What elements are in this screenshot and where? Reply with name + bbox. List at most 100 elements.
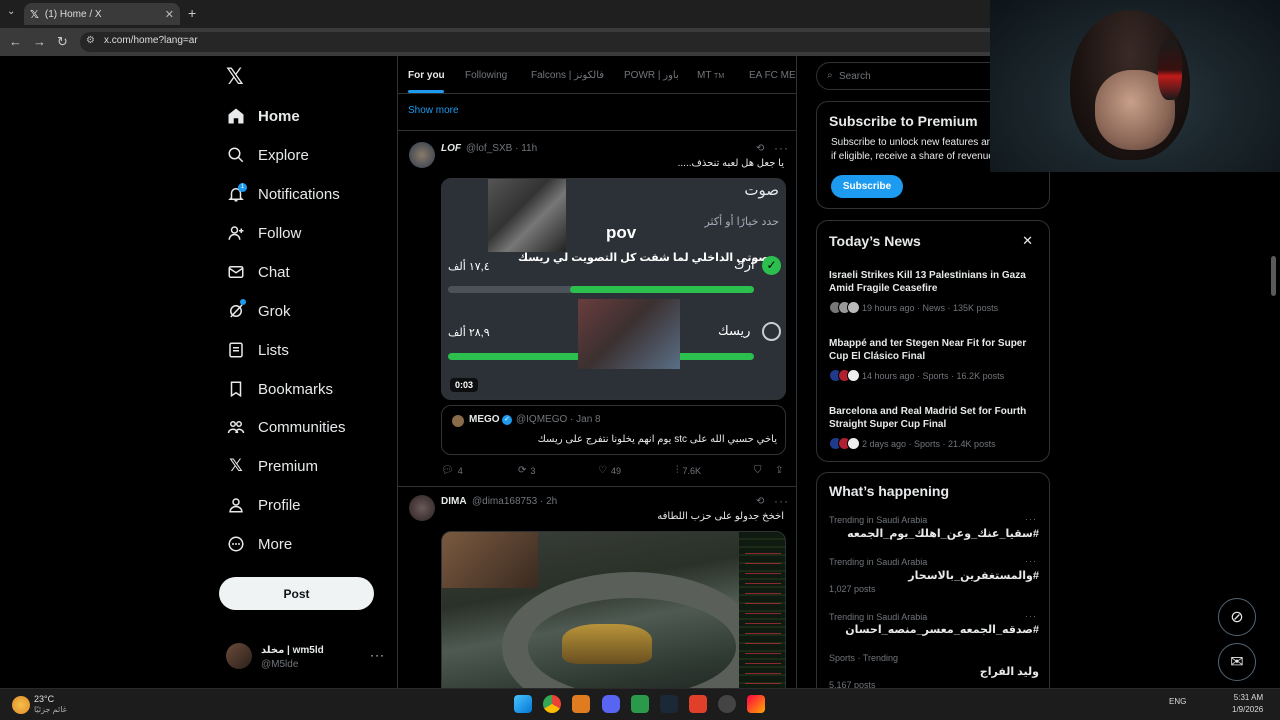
brave-icon[interactable] [689, 695, 707, 713]
steam-icon[interactable] [660, 695, 678, 713]
grok-fab[interactable]: ⊘ [1218, 598, 1256, 636]
tab-mt[interactable]: MT TM [697, 70, 724, 81]
weather-desc: غائم جزئيًا [34, 705, 67, 714]
poll-bar-fill [570, 286, 754, 293]
sidebar-item-label: Notifications [258, 185, 340, 203]
home-icon [226, 106, 246, 126]
app-icon[interactable] [572, 695, 590, 713]
sidebar-item-grok[interactable]: Grok [226, 297, 291, 325]
news-item-title[interactable]: Israeli Strikes Kill 13 Palestinians in … [829, 269, 1041, 295]
trend-meta: Sports · Trending [829, 653, 899, 663]
sidebar-item-explore[interactable]: Explore [226, 141, 309, 169]
tweet-author-handle[interactable]: @lof_SXB · 11h [466, 143, 537, 154]
windows-start-icon[interactable] [514, 695, 532, 713]
sidebar-item-communities[interactable]: Communities [226, 413, 346, 441]
sidebar-item-more[interactable]: More [226, 530, 292, 558]
show-more-link[interactable]: Show more [408, 105, 459, 116]
more-dots-icon[interactable]: ··· [1025, 611, 1037, 621]
app-icon[interactable] [631, 695, 649, 713]
sidebar-item-label: More [258, 535, 293, 553]
account-switcher[interactable]: مخلد | wm5ld @M5lde ··· [226, 643, 386, 673]
settings-icon[interactable] [718, 695, 736, 713]
reload-icon[interactable]: ↻ [57, 34, 68, 50]
scrollbar[interactable] [1271, 256, 1276, 296]
chrome-icon[interactable] [543, 695, 561, 713]
news-avatars [829, 369, 860, 382]
like-button[interactable]: ♡ 49 [598, 465, 621, 476]
sidebar-item-premium[interactable]: 𝕏 Premium [226, 452, 318, 480]
sidebar-item-lists[interactable]: Lists [226, 336, 289, 364]
more-dots-icon[interactable]: ··· [774, 141, 789, 155]
grok-icon[interactable]: ⟲ [756, 496, 764, 507]
tab-close-icon[interactable]: ✕ [165, 8, 174, 21]
forward-arrow-icon[interactable]: → [33, 34, 46, 49]
bookmark-icon: ⛉ [754, 465, 762, 476]
reply-button[interactable]: 💬︎ 4 [441, 465, 463, 476]
new-tab-button[interactable]: + [188, 5, 196, 21]
trend-tag[interactable]: #سقيا_عنك_وعن_اهلك_يوم_الجمعه [847, 527, 1039, 540]
avatar[interactable] [409, 142, 435, 168]
tab-search-icon[interactable]: ⌄ [7, 6, 15, 17]
sidebar-item-bookmarks[interactable]: Bookmarks [226, 375, 333, 403]
subscribe-button[interactable]: Subscribe [831, 175, 903, 198]
weather-widget[interactable]: 23°C غائم جزئيًا [12, 693, 72, 717]
views-button[interactable]: ⫶ 7.6K [676, 465, 701, 476]
messages-fab[interactable]: ✉ [1218, 643, 1256, 681]
tweet-author-name[interactable]: DIMA [441, 496, 467, 507]
tab-falcons[interactable]: Falcons | فالكونز [531, 70, 604, 81]
more-dots-icon[interactable]: ··· [1025, 514, 1037, 524]
url-field[interactable]: x.com/home?lang=ar [80, 32, 1000, 52]
grok-icon[interactable]: ⟲ [756, 143, 764, 154]
premium-desc: Subscribe to unlock new features and if … [831, 137, 998, 162]
repost-button[interactable]: ⟳ 3 [518, 465, 535, 476]
reply-count: 4 [457, 465, 463, 476]
happening-panel: What’s happening Trending in Saudi Arabi… [816, 472, 1050, 712]
tab-for-you[interactable]: For you [408, 70, 445, 81]
close-icon[interactable]: ✕ [1022, 233, 1033, 249]
sidebar-item-home[interactable]: Home [226, 102, 300, 130]
sidebar-item-follow[interactable]: Follow [226, 219, 301, 247]
tweet-text: يا جعل هل لعبه تنحذف..... [677, 158, 784, 169]
sidebar-item-profile[interactable]: Profile [226, 491, 301, 519]
news-item-title[interactable]: Mbappé and ter Stegen Near Fit for Super… [829, 337, 1041, 363]
app-icon[interactable] [747, 695, 765, 713]
bookmark-button[interactable]: ⛉ [754, 465, 766, 476]
tweet-video[interactable] [441, 531, 786, 688]
more-dots-icon[interactable]: ··· [774, 494, 789, 508]
profile-name: مخلد | wm5ld [261, 645, 324, 656]
back-arrow-icon[interactable]: ← [9, 34, 22, 49]
search-icon [226, 145, 246, 165]
share-button[interactable]: ⇪ [775, 465, 787, 476]
x-favicon-icon: 𝕏 [30, 8, 39, 21]
sidebar-item-chat[interactable]: Chat [226, 258, 290, 286]
news-item-meta: 2 days ago · Sports · 21.4K posts [829, 437, 996, 450]
browser-tab[interactable]: 𝕏 (1) Home / X ✕ [24, 3, 180, 25]
tweet-author-name[interactable]: LOF [441, 143, 461, 154]
trend-tag[interactable]: وليد الفراج [980, 665, 1039, 678]
tweet-author-handle[interactable]: @dima168753 · 2h [472, 496, 557, 507]
trend-tag[interactable]: #والمستغفرين_بالاسحار [908, 569, 1039, 582]
tab-following[interactable]: Following [465, 70, 507, 81]
more-dots-icon[interactable]: ··· [370, 648, 385, 662]
trend-tag[interactable]: #صدقه_الجمعه_معسر_منصه_احسان [845, 623, 1039, 636]
x-logo-icon[interactable]: 𝕏 [226, 64, 244, 90]
tweet-time: 11h [521, 143, 538, 154]
quote-author-name: MEGO [469, 414, 500, 425]
tweet-video[interactable]: صوت حدد خيارًا أو أكثر pov صوتي الداخلي … [441, 178, 786, 400]
quoted-tweet[interactable]: MEGO ✓ @IQMEGO · Jan 8 ياخي حسبي الله عل… [441, 405, 786, 455]
system-clock[interactable]: 5:31 AM 1/9/2026 [1232, 692, 1263, 716]
post-button[interactable]: Post [219, 577, 374, 610]
sidebar-item-label: Communities [258, 418, 346, 436]
language-indicator[interactable]: ENG [1169, 697, 1186, 706]
site-info-icon[interactable]: ⚙ [86, 35, 95, 46]
tab-ea-fc[interactable]: EA FC MEN [749, 70, 796, 81]
tweet-handle-text: @lof_SXB [466, 143, 513, 154]
discord-icon[interactable] [602, 695, 620, 713]
avatar[interactable] [409, 495, 435, 521]
sidebar-item-label: Explore [258, 146, 309, 164]
news-item-title[interactable]: Barcelona and Real Madrid Set for Fourth… [829, 405, 1041, 431]
communities-icon [226, 417, 246, 437]
more-dots-icon[interactable]: ··· [1025, 556, 1037, 566]
bookmark-icon [226, 379, 246, 399]
tab-powr[interactable]: POWR | باور [624, 70, 679, 81]
